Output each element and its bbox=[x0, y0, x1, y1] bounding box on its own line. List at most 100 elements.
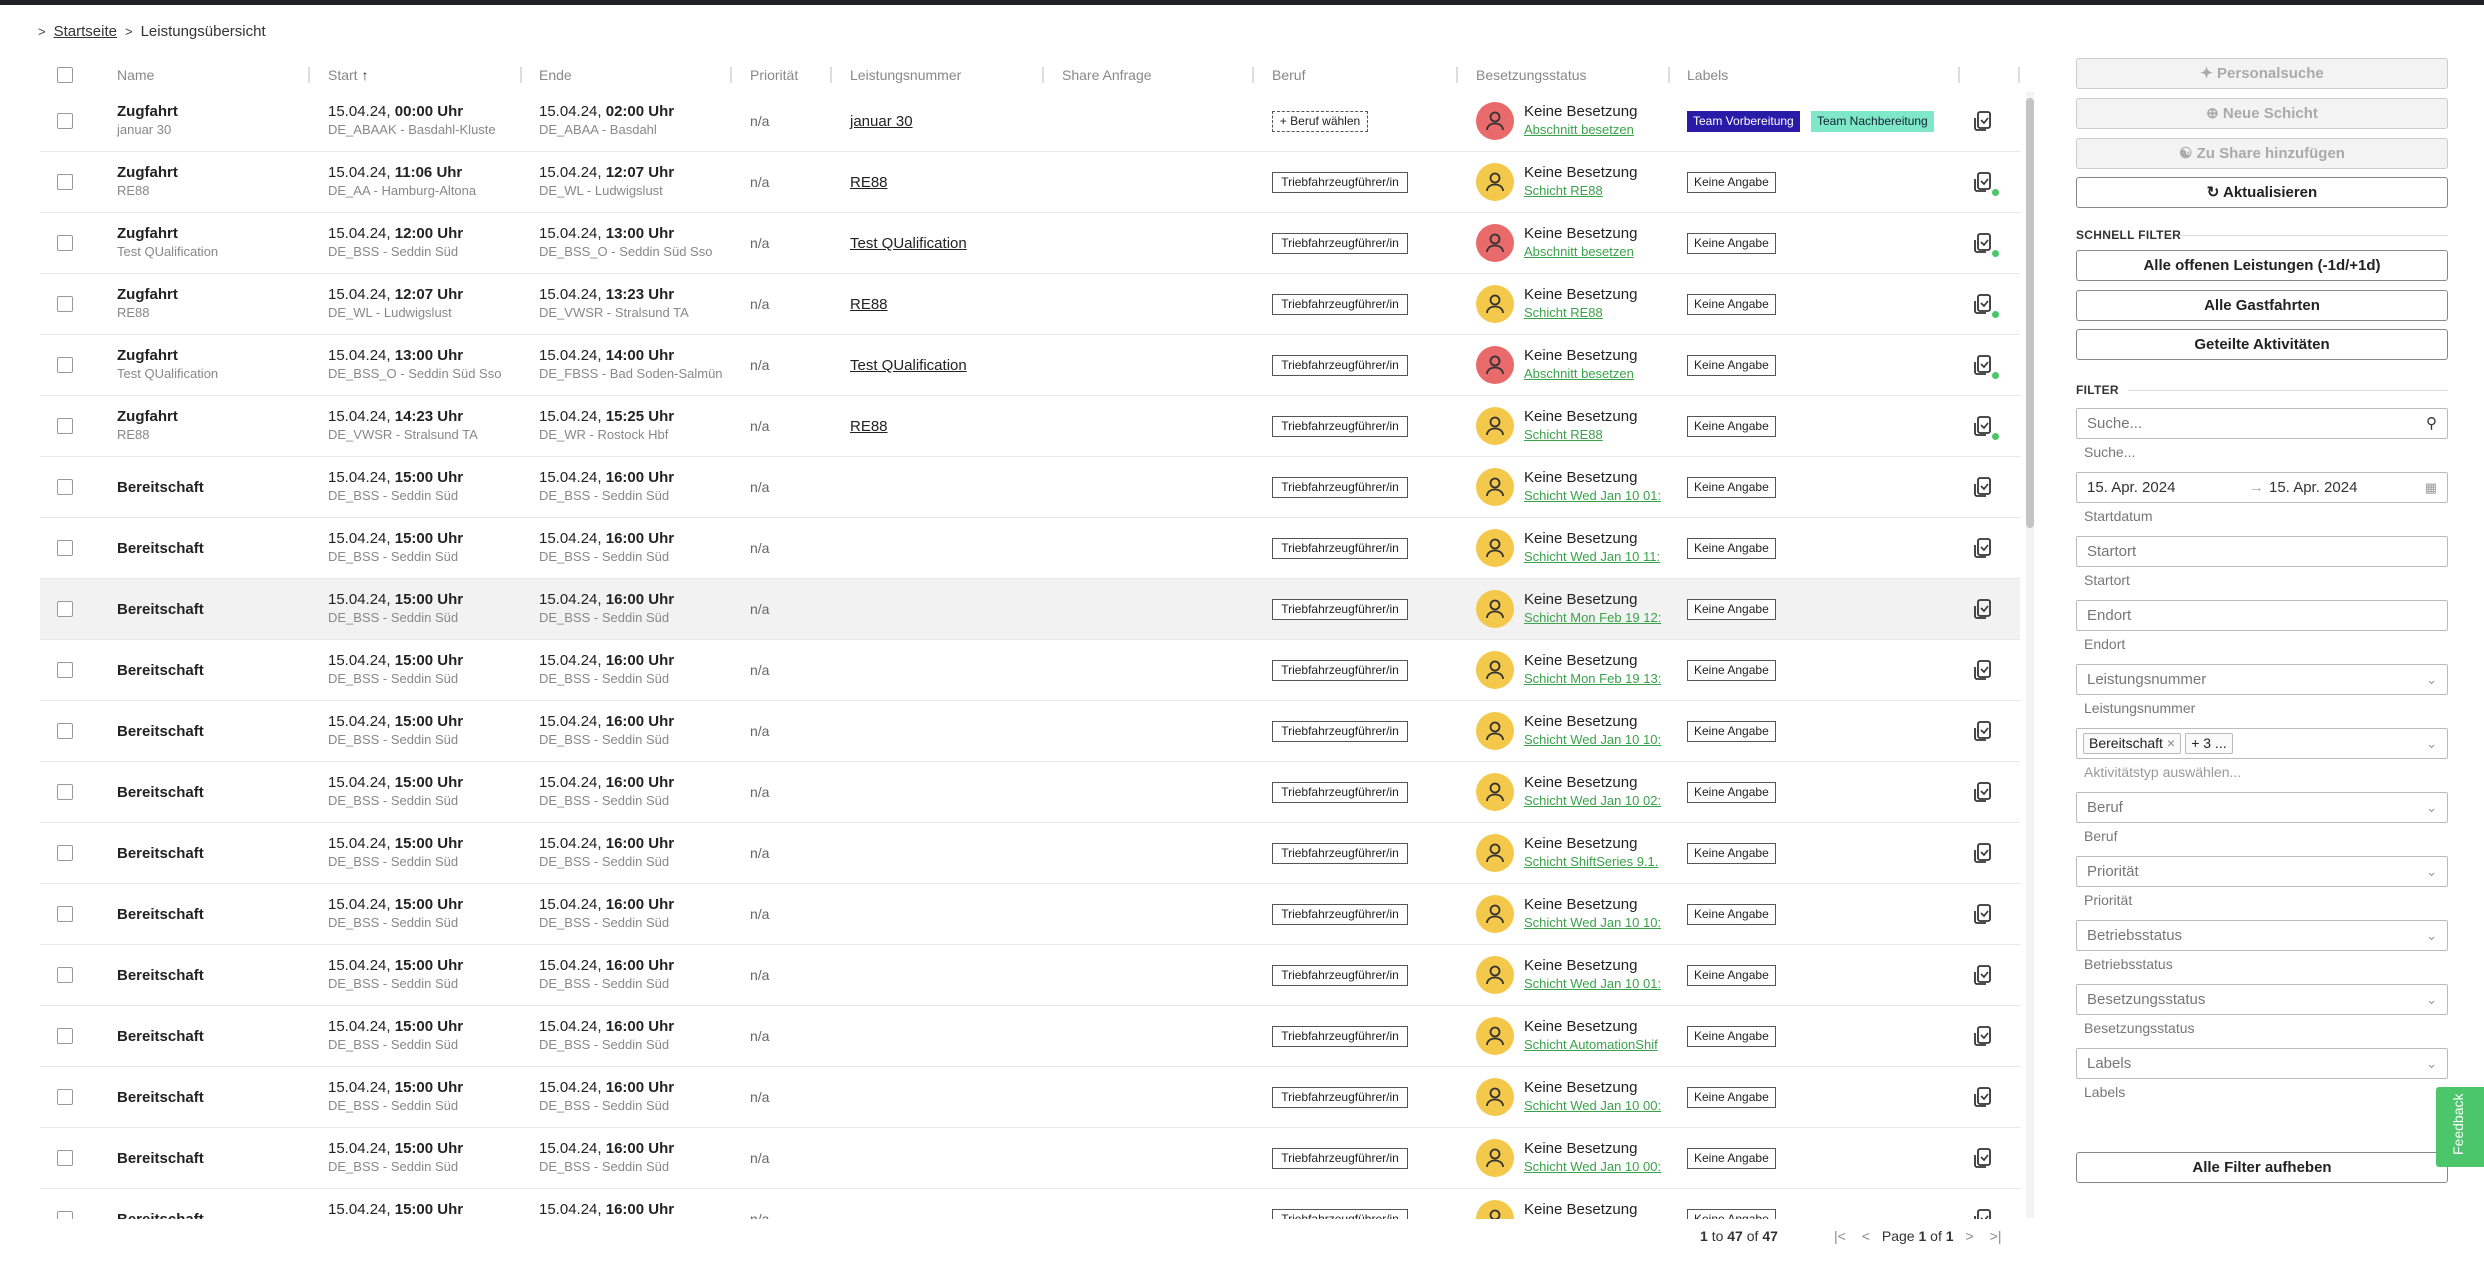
beruf-select[interactable]: Beruf ⌄ bbox=[2076, 792, 2448, 823]
feedback-tab[interactable]: Feedback bbox=[2436, 1087, 2484, 1167]
row-schicht-link[interactable]: Schicht ShiftSeries 9.1. bbox=[1524, 853, 1664, 871]
row-leistungsnummer-link[interactable]: RE88 bbox=[850, 274, 888, 335]
aktivitaetstyp-select[interactable]: Bereitschaft × + 3 ... ⌄ bbox=[2076, 728, 2448, 759]
table-row[interactable]: Bereitschaft 15.04.24, 15:00 Uhr DE_BSS - … bbox=[40, 457, 2020, 518]
column-header-besetzungsstatus[interactable]: Besetzungsstatus bbox=[1476, 59, 1587, 91]
row-leistungsnummer-link[interactable]: RE88 bbox=[850, 152, 888, 213]
column-resize-handle[interactable] bbox=[520, 67, 522, 83]
column-header-name[interactable]: Name bbox=[117, 59, 154, 91]
assign-shift-icon[interactable] bbox=[1973, 415, 1999, 440]
row-checkbox[interactable] bbox=[57, 357, 73, 373]
table-row[interactable]: Zugfahrt RE88 15.04.24, 11:06 Uhr DE_AA - H… bbox=[40, 152, 2020, 213]
next-page-icon[interactable]: > bbox=[1960, 1228, 1980, 1244]
column-header-prioritaet[interactable]: Priorität bbox=[750, 59, 798, 91]
column-header-labels[interactable]: Labels bbox=[1687, 59, 1728, 91]
assign-shift-icon[interactable] bbox=[1973, 1025, 1997, 1049]
aktualisieren-button[interactable]: ↻ Aktualisieren bbox=[2076, 177, 2448, 208]
table-scrollbar-thumb[interactable] bbox=[2026, 98, 2034, 528]
quick-filter-gastfahrten[interactable]: Alle Gastfahrten bbox=[2076, 290, 2448, 321]
assign-shift-icon[interactable] bbox=[1973, 232, 1999, 257]
column-header-share-anfrage[interactable]: Share Anfrage bbox=[1062, 59, 1152, 91]
table-row[interactable]: Bereitschaft 15.04.24, 15:00 Uhr DE_BSS - … bbox=[40, 884, 2020, 945]
column-resize-handle[interactable] bbox=[1252, 67, 1254, 83]
row-schicht-link[interactable]: Schicht Wed Jan 10 00: bbox=[1524, 1158, 1664, 1176]
row-checkbox[interactable] bbox=[57, 418, 73, 434]
column-resize-handle[interactable] bbox=[1042, 67, 1044, 83]
table-row[interactable]: Zugfahrt Test QUalification 15.04.24, 12:0… bbox=[40, 213, 2020, 274]
quick-filter-offene-leistungen[interactable]: Alle offenen Leistungen (-1d/+1d) bbox=[2076, 250, 2448, 281]
startdatum-range-input[interactable]: 15. Apr. 2024 → 15. Apr. 2024 ▦ bbox=[2076, 472, 2448, 503]
breadcrumb-home-link[interactable]: Startseite bbox=[54, 23, 117, 40]
row-leistungsnummer-link[interactable]: Test QUalification bbox=[850, 335, 967, 396]
betriebsstatus-select[interactable]: Betriebsstatus ⌄ bbox=[2076, 920, 2448, 951]
row-leistungsnummer-link[interactable]: januar 30 bbox=[850, 91, 913, 152]
row-checkbox[interactable] bbox=[57, 1089, 73, 1105]
assign-shift-icon[interactable] bbox=[1973, 781, 1997, 805]
column-resize-handle[interactable] bbox=[1456, 67, 1458, 83]
row-checkbox[interactable] bbox=[57, 784, 73, 800]
row-checkbox[interactable] bbox=[57, 174, 73, 190]
row-schicht-link[interactable]: Schicht RE88 bbox=[1524, 304, 1664, 322]
row-schicht-link[interactable]: Schicht Mon Feb 19 13: bbox=[1524, 670, 1664, 688]
row-schicht-link[interactable]: Abschnitt besetzen bbox=[1524, 243, 1664, 261]
endort-input[interactable]: Endort bbox=[2076, 600, 2448, 631]
column-resize-handle[interactable] bbox=[2018, 67, 2020, 83]
row-checkbox[interactable] bbox=[57, 235, 73, 251]
row-schicht-link[interactable]: Schicht Wed Jan 10 01: bbox=[1524, 975, 1664, 993]
row-schicht-link[interactable]: Schicht Wed Jan 10 11: bbox=[1524, 548, 1664, 566]
quick-filter-geteilte-aktivitaeten[interactable]: Geteilte Aktivitäten bbox=[2076, 329, 2448, 360]
select-all-checkbox[interactable] bbox=[57, 67, 73, 83]
leistungsnummer-select[interactable]: Leistungsnummer ⌄ bbox=[2076, 664, 2448, 695]
assign-shift-icon[interactable] bbox=[1973, 842, 1997, 866]
personalsuche-button[interactable]: ✦ Personalsuche bbox=[2076, 58, 2448, 89]
last-page-icon[interactable]: >| bbox=[1986, 1228, 2006, 1244]
row-checkbox[interactable] bbox=[57, 967, 73, 983]
zu-share-hinzufuegen-button[interactable]: ☯ Zu Share hinzufügen bbox=[2076, 138, 2448, 169]
row-beruf-badge[interactable]: + Beruf wählen bbox=[1272, 111, 1368, 132]
table-row[interactable]: Bereitschaft 15.04.24, 15:00 Uhr DE_BSS - … bbox=[40, 1006, 2020, 1067]
besetzungsstatus-select[interactable]: Besetzungsstatus ⌄ bbox=[2076, 984, 2448, 1015]
row-schicht-link[interactable]: Abschnitt besetzen bbox=[1524, 121, 1664, 139]
row-checkbox[interactable] bbox=[57, 113, 73, 129]
row-schicht-link[interactable]: Schicht Wed Jan 10 10: bbox=[1524, 731, 1664, 749]
startort-input[interactable]: Startort bbox=[2076, 536, 2448, 567]
row-checkbox[interactable] bbox=[57, 1028, 73, 1044]
table-row[interactable]: Bereitschaft 15.04.24, 15:00 Uhr DE_BSS - … bbox=[40, 1128, 2020, 1189]
neue-schicht-button[interactable]: ⊕ Neue Schicht bbox=[2076, 98, 2448, 129]
table-row[interactable]: Bereitschaft 15.04.24, 15:00 Uhr DE_BSS - … bbox=[40, 945, 2020, 1006]
assign-shift-icon[interactable] bbox=[1973, 720, 1997, 744]
row-checkbox[interactable] bbox=[57, 1150, 73, 1166]
close-icon[interactable]: × bbox=[2167, 735, 2175, 751]
column-header-ende[interactable]: Ende bbox=[539, 59, 572, 91]
table-row[interactable]: Bereitschaft 15.04.24, 15:00 Uhr DE_BSS - … bbox=[40, 823, 2020, 884]
prioritaet-select[interactable]: Priorität ⌄ bbox=[2076, 856, 2448, 887]
labels-select[interactable]: Labels ⌄ bbox=[2076, 1048, 2448, 1079]
row-schicht-link[interactable]: Schicht Wed Jan 10 10: bbox=[1524, 914, 1664, 932]
row-leistungsnummer-link[interactable]: RE88 bbox=[850, 396, 888, 457]
column-resize-handle[interactable] bbox=[730, 67, 732, 83]
column-resize-handle[interactable] bbox=[308, 67, 310, 83]
row-checkbox[interactable] bbox=[57, 479, 73, 495]
assign-shift-icon[interactable] bbox=[1973, 1147, 1997, 1171]
row-checkbox[interactable] bbox=[57, 906, 73, 922]
assign-shift-icon[interactable] bbox=[1973, 659, 1997, 683]
assign-shift-icon[interactable] bbox=[1973, 293, 1999, 318]
row-schicht-link[interactable]: Abschnitt besetzen bbox=[1524, 365, 1664, 383]
row-schicht-link[interactable]: Schicht Wed Jan 10 02: bbox=[1524, 792, 1664, 810]
table-row[interactable]: Zugfahrt januar 30 15.04.24, 00:00 Uhr DE_A… bbox=[40, 91, 2020, 152]
table-row[interactable]: Bereitschaft 15.04.24, 15:00 Uhr DE_BSS - … bbox=[40, 701, 2020, 762]
assign-shift-icon[interactable] bbox=[1973, 903, 1997, 927]
column-header-beruf[interactable]: Beruf bbox=[1272, 59, 1305, 91]
row-checkbox[interactable] bbox=[57, 662, 73, 678]
row-schicht-link[interactable]: Schicht RE88 bbox=[1524, 426, 1664, 444]
table-row[interactable]: Bereitschaft 15.04.24, 15:00 Uhr 15.04.24,… bbox=[40, 1189, 2020, 1219]
row-schicht-link[interactable]: Schicht Mon Feb 19 12: bbox=[1524, 609, 1664, 627]
table-row[interactable]: Bereitschaft 15.04.24, 15:00 Uhr DE_BSS - … bbox=[40, 579, 2020, 640]
row-schicht-link[interactable]: Schicht Wed Jan 10 01: bbox=[1524, 487, 1664, 505]
first-page-icon[interactable]: |< bbox=[1830, 1228, 1850, 1244]
row-checkbox[interactable] bbox=[57, 296, 73, 312]
table-row[interactable]: Bereitschaft 15.04.24, 15:00 Uhr DE_BSS - … bbox=[40, 640, 2020, 701]
table-row[interactable]: Zugfahrt RE88 15.04.24, 14:23 Uhr DE_VWSR -… bbox=[40, 396, 2020, 457]
column-header-leistungsnummer[interactable]: Leistungsnummer bbox=[850, 59, 961, 91]
column-resize-handle[interactable] bbox=[1668, 67, 1670, 83]
